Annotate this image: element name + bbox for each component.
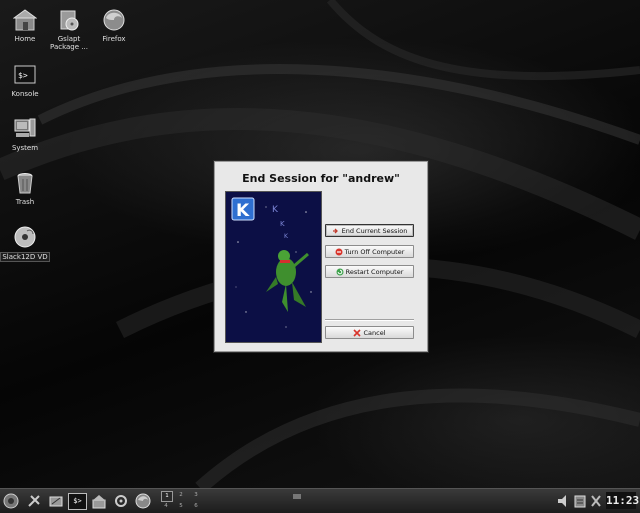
klipper-clipboard-icon[interactable] (572, 493, 588, 509)
computer-icon (14, 118, 36, 137)
desktop-icon-gslapt[interactable]: Gslapt Package ... (44, 8, 94, 51)
desktop-icon-firefox[interactable]: Firefox (89, 8, 139, 43)
terminal-icon: $> (14, 65, 36, 84)
desktop-icon-trash[interactable]: Trash (0, 171, 50, 206)
taskbar-handle-icon[interactable] (292, 491, 302, 501)
sleep-k-icon: K (284, 233, 289, 240)
sleep-k-icon: K (280, 220, 285, 228)
pager-desktop-4[interactable]: 4 (161, 502, 171, 511)
pager-desktop-6[interactable]: 6 (191, 502, 201, 511)
restart-computer-button[interactable]: Restart Computer (325, 265, 414, 278)
dvd-drive-icon (14, 226, 36, 248)
dialog-title: End Session for "andrew" (242, 172, 400, 185)
desktop-icon-label: Firefox (102, 35, 126, 43)
kde-illustration: K K K K (225, 191, 322, 343)
clock[interactable]: 11:23 (606, 492, 639, 509)
power-off-icon (335, 248, 343, 255)
text-editor-icon[interactable] (48, 493, 64, 509)
pager-desktop-2[interactable]: 2 (176, 491, 186, 500)
firefox-icon (103, 9, 125, 31)
desktop-icon-home[interactable]: Home (0, 8, 50, 43)
cancel-button[interactable]: Cancel (325, 326, 414, 339)
firefox-icon[interactable] (135, 493, 151, 509)
kde-menu-icon[interactable] (3, 493, 19, 509)
logout-icon (332, 228, 338, 233)
cancel-label: Cancel (363, 328, 386, 337)
end-session-dialog: End Session for "andrew" K K K K End Cur… (214, 161, 428, 352)
pager-desktop-3[interactable]: 3 (191, 491, 201, 500)
end-current-session-button[interactable]: End Current Session (325, 224, 414, 237)
restart-computer-label: Restart Computer (345, 267, 404, 276)
desktop-icon-label: Home (14, 35, 36, 43)
dialog-separator (325, 319, 414, 321)
turn-off-computer-label: Turn Off Computer (344, 247, 405, 256)
restart-icon (336, 268, 344, 275)
taskbar: $> 1 2 3 4 5 6 11:23 (0, 488, 640, 513)
desktop-icon-system[interactable]: System (0, 117, 50, 152)
desktop-icon-dvd[interactable]: Slack12D VD (0, 225, 50, 262)
safely-remove-icon[interactable] (588, 493, 604, 509)
desktop-pager: 1 2 3 4 5 6 (159, 490, 207, 512)
package-manager-icon[interactable] (26, 493, 42, 509)
home-folder-icon (13, 9, 37, 31)
desktop-icon-konsole[interactable]: $> Konsole (0, 63, 50, 98)
desktop-icon-label: Gslapt Package ... (50, 35, 88, 51)
desktop-icon-label: System (11, 144, 39, 152)
desktop-icon-label: Slack12D VD (0, 252, 50, 262)
desktop-icon-label: Konsole (11, 90, 39, 98)
pager-desktop-1[interactable]: 1 (161, 491, 173, 502)
konsole-launcher-icon[interactable]: $> (68, 493, 87, 510)
volume-icon[interactable] (556, 493, 572, 509)
pager-desktop-5[interactable]: 5 (176, 502, 186, 511)
svg-text:K: K (236, 201, 250, 221)
dragon-icon (266, 250, 309, 312)
cancel-icon (353, 328, 362, 337)
kde-dragon-moon-image: K K K K (231, 197, 312, 328)
package-manager-icon (60, 10, 79, 31)
desktop-icon-label: Trash (15, 198, 35, 206)
trash-icon (17, 173, 33, 194)
sleep-k-icon: K (272, 205, 279, 215)
settings-icon[interactable] (113, 493, 129, 509)
turn-off-computer-button[interactable]: Turn Off Computer (325, 245, 414, 258)
home-folder-icon[interactable] (91, 493, 107, 509)
svg-text:$>: $> (18, 71, 28, 80)
end-current-session-label: End Current Session (341, 226, 408, 235)
